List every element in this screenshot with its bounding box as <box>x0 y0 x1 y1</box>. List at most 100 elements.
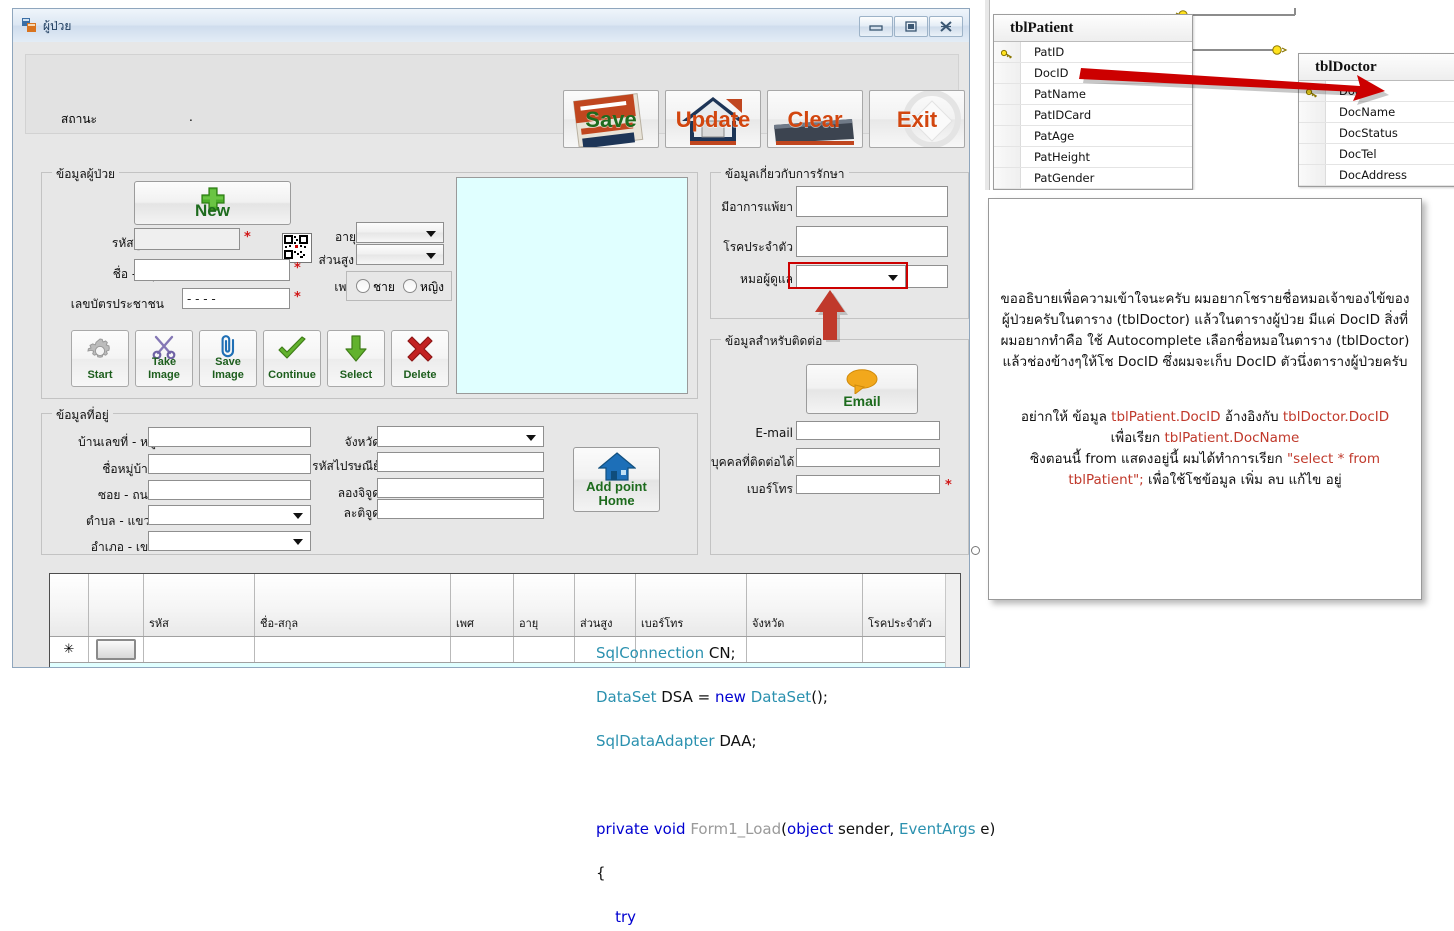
exit-button[interactable]: Exit <box>869 90 965 148</box>
disease-label: โรคประจำตัว <box>723 240 793 254</box>
gender-male-radio[interactable] <box>356 279 370 293</box>
village-label: ชื่อหมู่บ้าน <box>102 462 156 476</box>
pat-id-required-mark: * <box>244 230 251 245</box>
road-label: ซอย - ถนน <box>97 488 156 502</box>
datagrid-header-code[interactable]: รหัส <box>143 574 255 637</box>
contact-person-input[interactable] <box>796 448 940 467</box>
take-image-label-2: Image <box>148 369 180 381</box>
save-image-button[interactable]: Save Image <box>199 330 257 387</box>
gender-radio-group: ชาย หญิง <box>346 271 452 301</box>
take-image-button[interactable]: Take Image <box>135 330 193 387</box>
email-button[interactable]: Email <box>806 364 918 414</box>
delete-button[interactable]: Delete <box>391 330 449 387</box>
er-column-label: PatHeight <box>1034 150 1090 164</box>
form-icon <box>22 18 36 32</box>
note-p2-seg5: เพื่อเรียก <box>1110 430 1165 446</box>
row-select-button[interactable] <box>96 639 136 660</box>
pat-name-input[interactable] <box>134 259 290 281</box>
status-value: . <box>189 110 193 124</box>
er-column-row[interactable]: DocName <box>1299 102 1454 123</box>
x-icon <box>407 336 433 362</box>
pat-idcard-required-mark: * <box>294 290 301 305</box>
explanation-note: ขออธิบายเพื่อความเข้าใจนะครับ ผมอยากโชรา… <box>988 198 1422 600</box>
er-column-row[interactable]: DocTel <box>1299 144 1454 165</box>
email-label: E-mail <box>755 426 793 440</box>
update-button[interactable]: Update <box>665 90 761 148</box>
contact-person-label: บุคคลที่ติดต่อได้ <box>711 455 795 469</box>
cell-name[interactable] <box>254 636 451 663</box>
take-image-label-1: Take <box>151 356 177 368</box>
new-button[interactable]: New <box>134 181 291 225</box>
save-button[interactable]: Save <box>563 90 659 148</box>
gender-female-label: หญิง <box>420 280 444 294</box>
contact-group-title: ข้อมูลสำหรับติดต่อ <box>721 332 827 351</box>
form-resize-handle[interactable] <box>971 546 980 555</box>
code-line: private void Form1_Load(object sender, E… <box>596 820 996 838</box>
cell-age[interactable] <box>513 636 575 663</box>
datagrid-header-gender[interactable]: เพศ <box>450 574 514 637</box>
code-line: SqlConnection CN; <box>596 644 736 662</box>
district-combo[interactable] <box>148 531 311 551</box>
datagrid-header-name[interactable]: ชื่อ-สกุล <box>254 574 451 637</box>
allergy-label: มีอาการแพ้ยา <box>721 200 793 214</box>
longitude-input[interactable] <box>377 478 544 498</box>
email-input[interactable] <box>796 421 940 440</box>
speech-bubble-icon <box>846 369 878 394</box>
latitude-input[interactable] <box>377 499 544 519</box>
select-button-label: Select <box>339 369 373 381</box>
cell-code[interactable] <box>143 636 255 663</box>
clear-button[interactable]: Clear <box>767 90 863 148</box>
pat-id-input[interactable] <box>134 228 240 250</box>
pat-age-combo[interactable] <box>356 222 444 243</box>
patient-form-window: ผู้ป่วย สถานะ . Save Update Clear Exit ข… <box>12 8 970 668</box>
er-column-row[interactable]: PatHeight <box>994 147 1192 168</box>
new-button-label: New <box>195 201 230 220</box>
gear-icon <box>87 338 110 358</box>
select-button[interactable]: Select <box>327 330 385 387</box>
maximize-button[interactable] <box>894 16 928 37</box>
patient-info-group-title: ข้อมูลผู้ป่วย <box>52 165 120 184</box>
note-p2-seg7: ซิงตอนนี้ from แสดงอยู่นี้ ผมได้ทำการเรี… <box>1029 451 1287 467</box>
subdistrict-label: ตำบล - แขวง <box>86 514 156 528</box>
tel-input[interactable] <box>796 475 940 494</box>
continue-button[interactable]: Continue <box>263 330 321 387</box>
exit-button-label: Exit <box>896 107 938 132</box>
er-column-row[interactable]: PatAge <box>994 126 1192 147</box>
minimize-button[interactable] <box>859 16 893 37</box>
add-point-home-button[interactable]: Add point Home <box>573 447 660 512</box>
docid-input[interactable] <box>906 265 948 288</box>
pat-age-label: อายุ <box>335 230 356 244</box>
save-image-label-1: Save <box>215 356 241 368</box>
er-diagram: tblPatient PatID DocID PatName PatIDCard… <box>985 0 1454 190</box>
province-label: จังหวัด <box>344 435 380 449</box>
er-column-label: DocTel <box>1339 147 1377 161</box>
pat-idcard-input[interactable]: - - - - <box>182 288 290 309</box>
gender-male-label: ชาย <box>373 280 395 294</box>
save-image-label-2: Image <box>212 369 244 381</box>
start-button[interactable]: Start <box>71 330 129 387</box>
disease-input[interactable] <box>796 226 948 257</box>
doctor-field-highlight <box>788 262 908 289</box>
er-column-row[interactable]: PatGender <box>994 168 1192 189</box>
gender-female-radio[interactable] <box>403 279 417 293</box>
er-column-row[interactable]: DocStatus <box>1299 123 1454 144</box>
chevron-down-icon <box>526 434 536 441</box>
er-column-row[interactable]: PatIDCard <box>994 105 1192 126</box>
note-p2-seg6: tblPatient.DocName <box>1164 430 1300 446</box>
province-combo[interactable] <box>377 426 544 447</box>
er-column-label: DocAddress <box>1339 168 1408 182</box>
datagrid-row-select[interactable] <box>88 636 144 663</box>
status-label: สถานะ <box>61 112 97 126</box>
close-button[interactable] <box>929 16 963 37</box>
down-arrow-icon <box>345 335 367 362</box>
pat-height-combo[interactable] <box>356 244 444 265</box>
er-column-row[interactable]: DocAddress <box>1299 165 1454 186</box>
postcode-input[interactable] <box>377 452 544 472</box>
image-preview[interactable] <box>456 177 688 394</box>
datagrid-header-age[interactable]: อายุ <box>513 574 575 637</box>
save-button-label: Save <box>585 107 637 132</box>
cell-gender[interactable] <box>450 636 514 663</box>
allergy-input[interactable] <box>796 186 948 217</box>
note-p2-seg4: tblDoctor.DocID <box>1282 409 1390 425</box>
close-icon <box>940 21 952 32</box>
